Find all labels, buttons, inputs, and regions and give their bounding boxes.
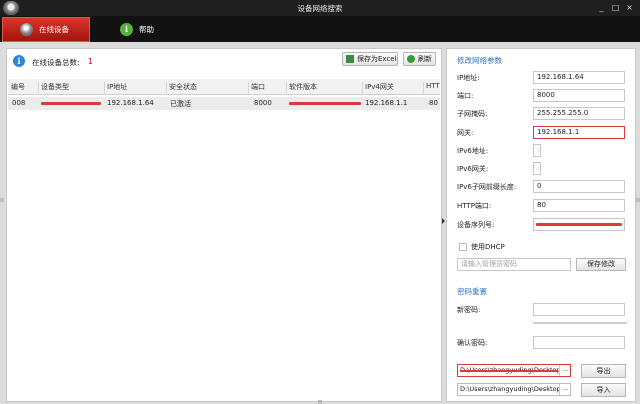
subnet-mask-field[interactable]: 255.255.255.0 [533, 107, 625, 120]
ipv6-address-field[interactable]: :: [533, 144, 541, 157]
ipv6-gateway-field[interactable]: :: [533, 162, 541, 175]
tab-online-devices[interactable]: 在线设备 [2, 17, 90, 42]
import-path-field[interactable]: D:\Users\zhangyuding\Desktop ... [457, 383, 571, 396]
import-browse-button[interactable]: ... [559, 384, 570, 395]
new-password-label: 新密码: [457, 306, 481, 314]
resize-handle-bottom[interactable] [318, 400, 322, 404]
import-button[interactable]: 导入 [581, 383, 626, 397]
ipv6-prefix-label: IPv6子网前缀长度: [457, 183, 517, 191]
admin-password-input[interactable]: 请输入管理员密码 [457, 258, 571, 271]
password-reset-title: 密码重置 [457, 287, 487, 296]
row-http-port: 80 [429, 99, 438, 107]
save-changes-button[interactable]: 保存修改 [576, 258, 626, 271]
gateway-label: 网关: [457, 129, 474, 137]
maximize-button[interactable]: □ [611, 2, 620, 13]
ip-address-field[interactable]: 192.168.1.64 [533, 71, 625, 84]
info-icon: i [13, 55, 25, 67]
ipv6-gateway-label: IPv6网关: [457, 165, 489, 173]
confirm-password-label: 确认密码: [457, 339, 488, 347]
tab-online-devices-label: 在线设备 [39, 25, 69, 34]
redacted-device-type [41, 102, 101, 105]
camera-icon [20, 23, 33, 36]
collapse-arrow-icon[interactable] [442, 218, 445, 224]
export-button[interactable]: 导出 [581, 364, 626, 378]
gateway-field[interactable]: 192.168.1.1 [533, 126, 625, 139]
close-button[interactable]: × [625, 2, 634, 13]
redacted-software-version [289, 102, 361, 105]
dhcp-label: 使用DHCP [471, 243, 505, 251]
save-as-excel-label: 保存为Excel [357, 55, 397, 63]
import-path-text: D:\Users\zhangyuding\Desktop [460, 385, 561, 393]
refresh-button[interactable]: 刷新 [403, 52, 436, 66]
device-count-label: 在线设备总数: [32, 58, 80, 67]
ipv6-prefix-field[interactable]: 0 [533, 180, 625, 193]
new-password-field[interactable] [533, 303, 625, 316]
port-label: 端口: [457, 92, 474, 100]
resize-handle-left[interactable] [0, 198, 4, 202]
info-icon: i [120, 23, 133, 36]
modify-network-panel: 修改网络参数 IP地址: 192.168.1.64 端口: 8000 子网掩码:… [446, 48, 636, 402]
title-bar: 设备网络搜索 _ □ × [0, 0, 640, 16]
excel-icon [346, 55, 354, 63]
row-index: 008 [12, 99, 26, 107]
column-header-port[interactable]: 端口 [248, 82, 265, 94]
pane-splitter[interactable] [442, 48, 445, 400]
row-gateway: 192.168.1.1 [365, 99, 408, 107]
column-header-http[interactable]: HTT [423, 82, 440, 94]
minimize-button[interactable]: _ [597, 2, 606, 13]
redacted-export-path [460, 370, 558, 372]
toolbar: 在线设备 i 帮助 [0, 16, 640, 42]
tab-help-label: 帮助 [139, 25, 154, 34]
column-header-ipv4-gateway[interactable]: IPv4网关 [362, 82, 394, 94]
confirm-password-field[interactable] [533, 336, 625, 349]
column-header-software-version[interactable]: 软件版本 [286, 82, 317, 94]
row-status: 已激活 [170, 100, 191, 108]
row-port: 8000 [254, 99, 272, 107]
row-ip: 192.168.1.64 [107, 99, 154, 107]
window-title: 设备网络搜索 [297, 4, 343, 13]
device-list-panel: i 在线设备总数: 1 保存为Excel 刷新 编号 设备类型 IP地址 安全状… [6, 48, 442, 402]
serial-number-field[interactable] [533, 218, 625, 231]
export-browse-button[interactable]: ... [559, 365, 570, 376]
device-count-value: 1 [88, 57, 93, 66]
ipv6-address-label: IPv6地址: [457, 147, 489, 155]
subnet-mask-label: 子网掩码: [457, 110, 488, 118]
table-row[interactable]: 008 192.168.1.64 已激活 8000 192.168.1.1 80 [8, 97, 440, 110]
http-port-field[interactable]: 80 [533, 199, 625, 212]
ip-address-label: IP地址: [457, 74, 480, 82]
column-header-device-type[interactable]: 设备类型 [38, 82, 69, 94]
resize-handle-right[interactable] [636, 198, 640, 202]
http-port-label: HTTP端口: [457, 202, 492, 210]
modify-network-title: 修改网络参数 [457, 56, 502, 65]
export-path-field[interactable]: D:\Users\zhangyuding\Desktop ... [457, 364, 571, 377]
refresh-icon [407, 55, 415, 63]
tab-help[interactable]: i 帮助 [112, 17, 178, 42]
column-header-ip[interactable]: IP地址 [104, 82, 127, 94]
window-controls: _ □ × [597, 2, 634, 13]
port-field[interactable]: 8000 [533, 89, 625, 102]
column-header-index[interactable]: 编号 [9, 82, 25, 94]
column-header-security-status[interactable]: 安全状态 [166, 82, 197, 94]
serial-number-label: 设备序列号: [457, 221, 495, 229]
device-table-header: 编号 设备类型 IP地址 安全状态 端口 软件版本 IPv4网关 HTT [8, 79, 440, 95]
main-area: i 在线设备总数: 1 保存为Excel 刷新 编号 设备类型 IP地址 安全状… [0, 42, 640, 404]
dhcp-checkbox[interactable] [459, 243, 467, 251]
password-strength-bar [533, 322, 627, 324]
refresh-label: 刷新 [418, 55, 432, 63]
save-as-excel-button[interactable]: 保存为Excel [342, 52, 398, 66]
redacted-serial-number [536, 223, 622, 226]
